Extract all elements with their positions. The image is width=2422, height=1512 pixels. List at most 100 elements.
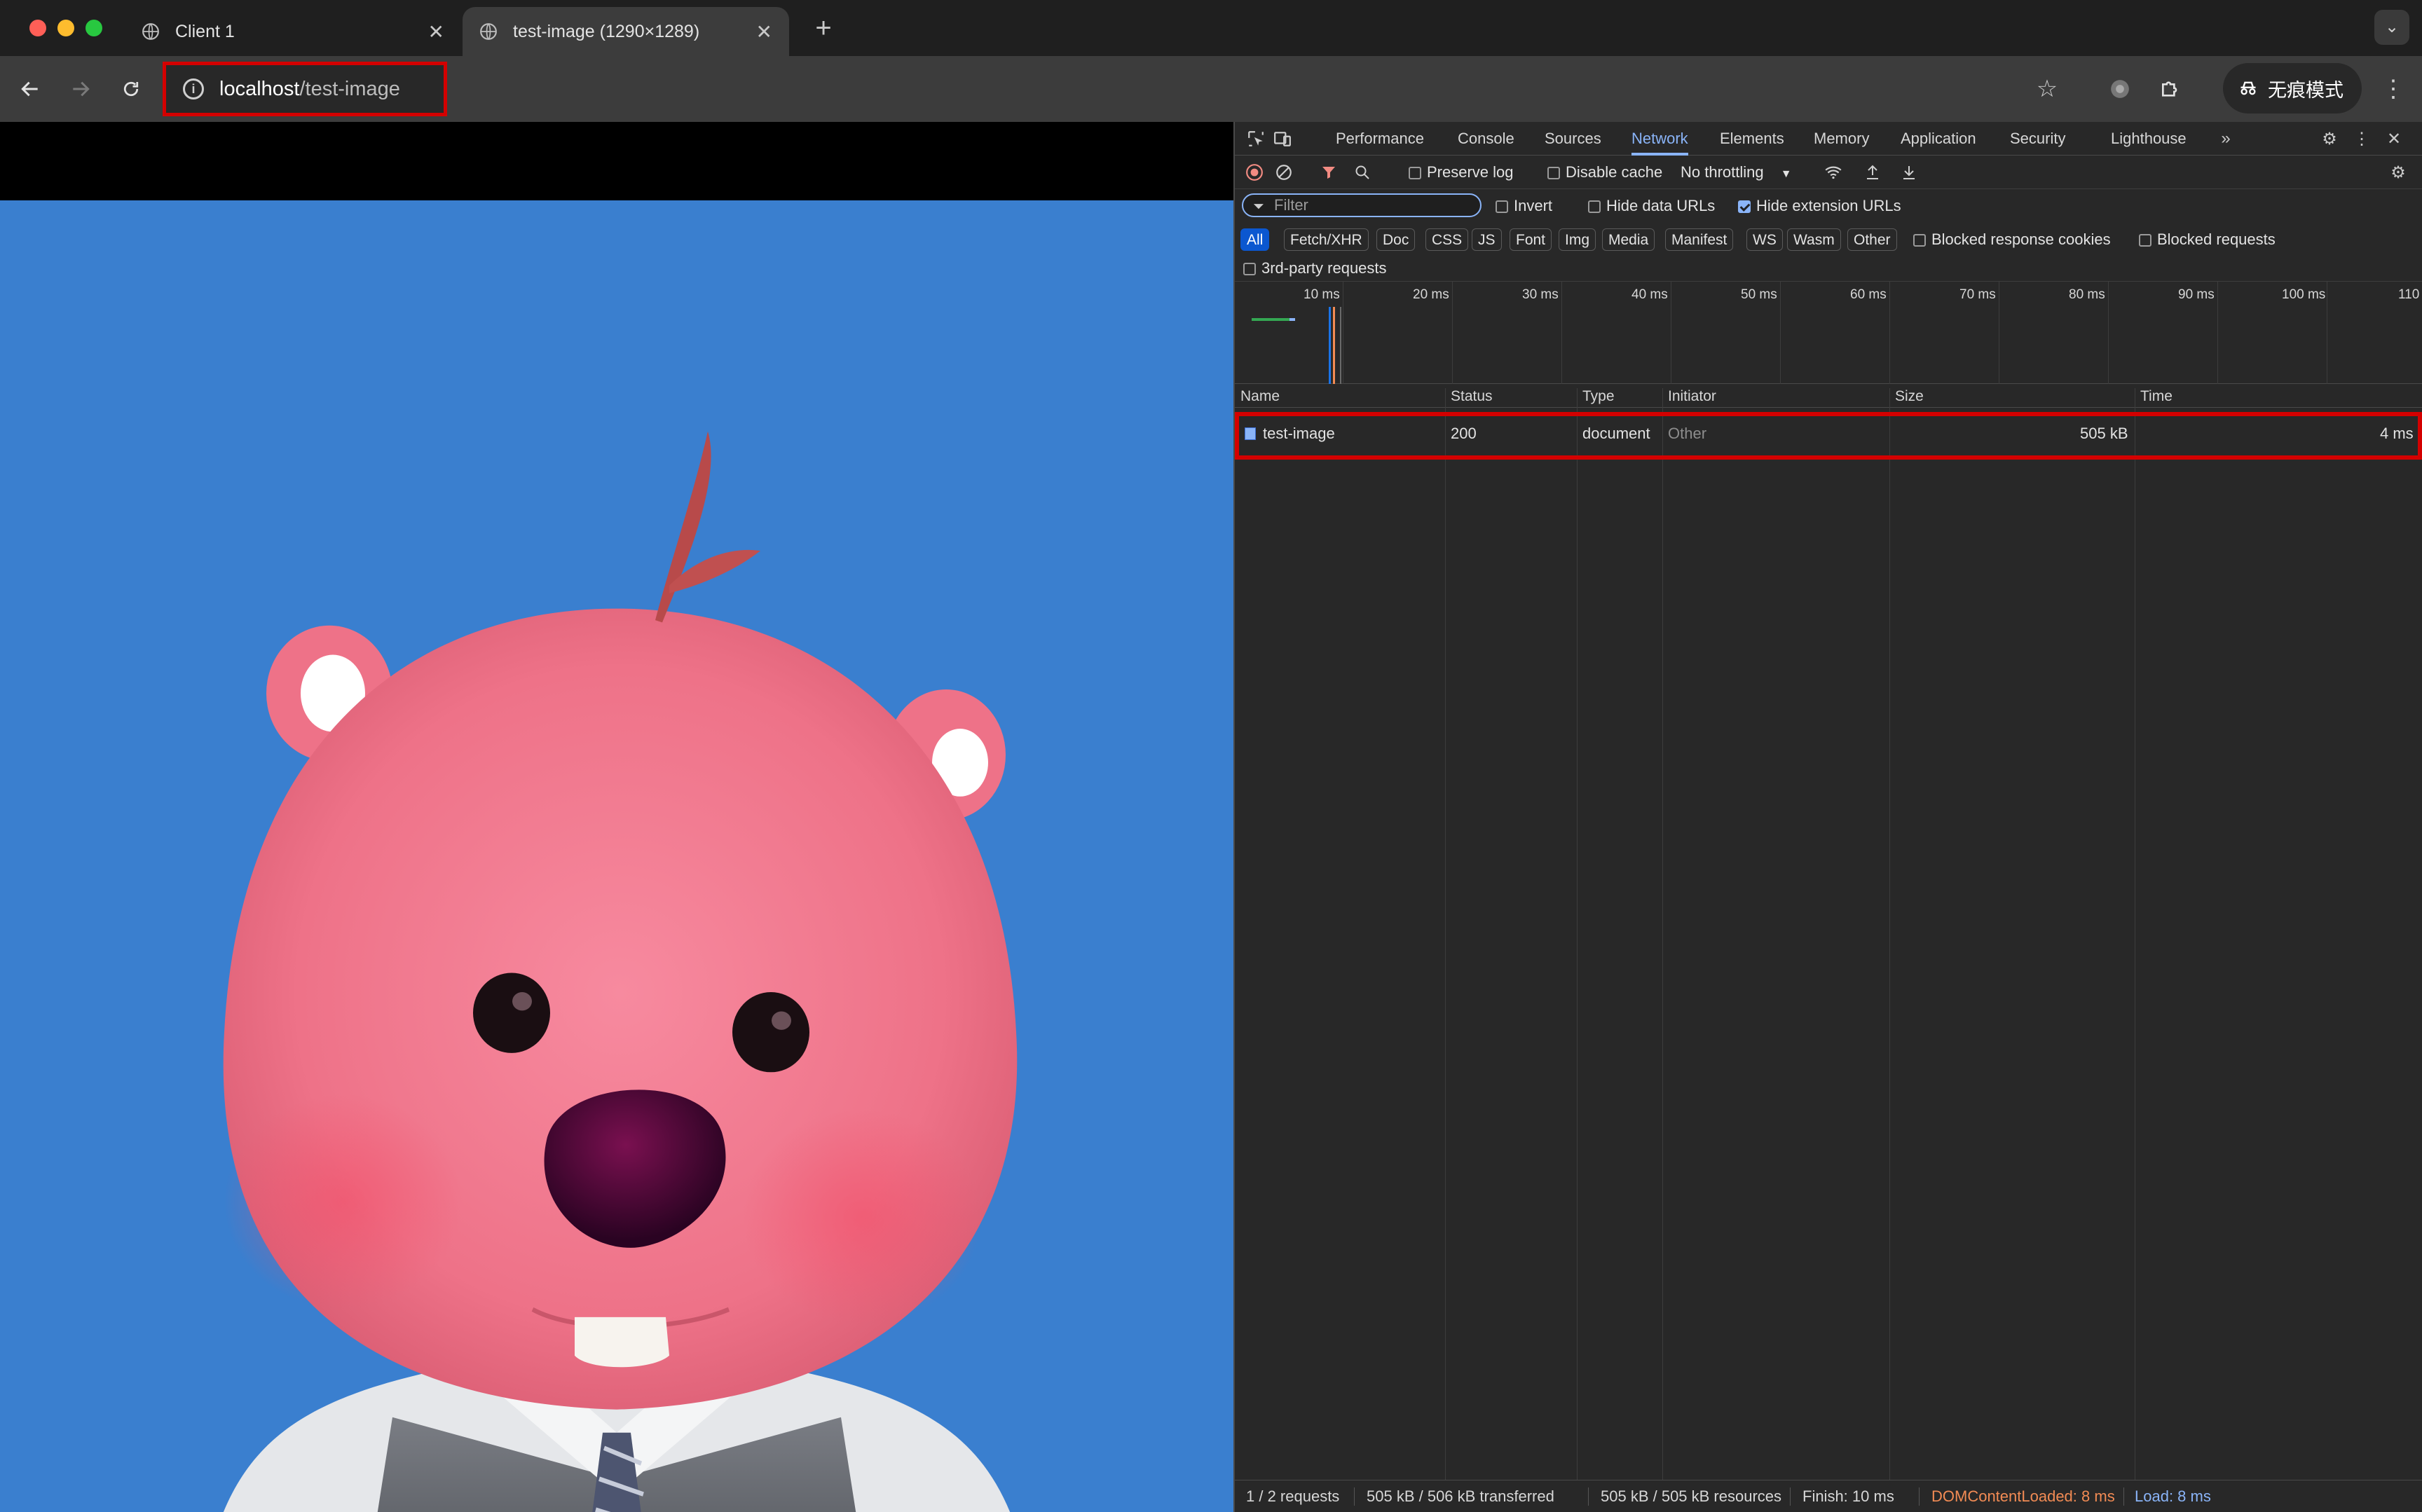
overview-tick: 60 ms [1850, 287, 1887, 302]
chip-wasm[interactable]: Wasm [1787, 228, 1841, 251]
disable-cache-checkbox[interactable]: Disable cache [1547, 156, 1662, 189]
filter-row: ⏷ Filter Invert Hide data URLs Hide exte… [1235, 189, 2422, 223]
chip-media[interactable]: Media [1602, 228, 1655, 251]
extension-avatar-icon[interactable] [2102, 71, 2137, 106]
summary-finish: Finish: 10 ms [1802, 1487, 1894, 1505]
chip-other[interactable]: Other [1847, 228, 1897, 251]
blocked-response-cookies-label: Blocked response cookies [1931, 231, 2111, 248]
browser-toolbar: i localhost/test-image ☆ 无痕模式 ⋮ [0, 56, 2422, 122]
devtools-tab-memory[interactable]: Memory [1814, 122, 1869, 156]
column-header-status[interactable]: Status [1451, 388, 1493, 405]
table-row[interactable]: test-image 200 document Other 505 kB 4 m… [1235, 412, 2422, 460]
tab-search-button[interactable]: ⌄ [2374, 10, 2409, 45]
incognito-badge[interactable]: 无痕模式 [2223, 63, 2362, 114]
more-tabs-chevron-icon[interactable]: » [2216, 129, 2236, 149]
new-tab-button[interactable]: + [806, 11, 841, 46]
browser-tab-test-image[interactable]: test-image (1290×1289) ✕ [463, 7, 789, 56]
chip-doc[interactable]: Doc [1376, 228, 1416, 251]
reload-button[interactable] [115, 73, 147, 105]
clear-log-icon[interactable] [1274, 163, 1294, 182]
devtools-tab-bar: Performance Console Sources Network Elem… [1235, 122, 2422, 156]
chip-css[interactable]: CSS [1425, 228, 1469, 251]
blocked-requests-checkbox[interactable]: Blocked requests [2139, 223, 2276, 256]
devtools-tab-performance[interactable]: Performance [1336, 122, 1424, 156]
devtools-tab-elements[interactable]: Elements [1720, 122, 1784, 156]
hide-extension-urls-label: Hide extension URLs [1756, 197, 1901, 214]
reload-icon [123, 81, 139, 97]
site-info-icon[interactable]: i [183, 78, 204, 99]
extensions-puzzle-icon[interactable] [2153, 71, 2188, 106]
close-devtools-icon[interactable]: ✕ [2384, 129, 2404, 149]
throttling-select[interactable]: No throttling ▼ [1681, 156, 1792, 191]
hide-data-urls-label: Hide data URLs [1606, 197, 1716, 214]
devtools-tab-lighthouse[interactable]: Lighthouse [2111, 122, 2187, 156]
chip-manifest[interactable]: Manifest [1665, 228, 1734, 251]
column-header-time[interactable]: Time [2140, 388, 2173, 405]
column-header-initiator[interactable]: Initiator [1668, 388, 1716, 405]
network-conditions-wifi-icon[interactable] [1824, 163, 1843, 182]
column-divider [1445, 388, 1446, 1480]
filter-icon: ⏷ [1253, 199, 1264, 214]
finish-marker [1340, 307, 1341, 384]
network-overview-timeline[interactable]: 10 ms 20 ms 30 ms 40 ms 50 ms 60 ms 70 m… [1235, 282, 2422, 384]
chip-ws[interactable]: WS [1746, 228, 1783, 251]
filter-input[interactable]: ⏷ Filter [1242, 193, 1482, 217]
bookmark-star-icon[interactable]: ☆ [2030, 71, 2065, 106]
devtools-tab-application[interactable]: Application [1901, 122, 1976, 156]
chip-all[interactable]: All [1240, 228, 1270, 251]
request-time: 4 ms [2380, 425, 2414, 442]
import-har-upload-icon[interactable] [1863, 163, 1882, 182]
request-status: 200 [1451, 425, 1477, 442]
disable-cache-label: Disable cache [1566, 163, 1663, 181]
settings-gear-icon[interactable]: ⚙ [2320, 129, 2339, 149]
close-tab-icon[interactable]: ✕ [428, 20, 444, 43]
document-file-icon [1245, 427, 1256, 440]
hide-extension-urls-checkbox[interactable]: Hide extension URLs [1738, 189, 1901, 223]
devtools-tab-console[interactable]: Console [1458, 122, 1514, 156]
throttling-value: No throttling [1681, 163, 1764, 181]
inspect-element-icon[interactable] [1246, 129, 1266, 149]
back-button[interactable] [14, 73, 46, 105]
browser-menu-icon[interactable]: ⋮ [2376, 71, 2411, 106]
close-window-button[interactable] [29, 20, 46, 36]
chip-fetch-xhr[interactable]: Fetch/XHR [1284, 228, 1369, 251]
column-header-size[interactable]: Size [1895, 388, 1924, 405]
device-toolbar-icon[interactable] [1273, 129, 1292, 149]
chip-font[interactable]: Font [1510, 228, 1552, 251]
request-name-cell[interactable]: test-image [1245, 425, 1335, 443]
column-divider [1577, 388, 1578, 1480]
invert-checkbox[interactable]: Invert [1496, 189, 1552, 223]
filter-funnel-icon[interactable] [1319, 163, 1339, 182]
column-header-type[interactable]: Type [1582, 388, 1615, 405]
chip-js[interactable]: JS [1472, 228, 1502, 251]
blocked-response-cookies-checkbox[interactable]: Blocked response cookies [1913, 223, 2111, 256]
search-icon[interactable] [1353, 163, 1372, 182]
overview-tick: 110 [2398, 287, 2420, 302]
maximize-window-button[interactable] [85, 20, 102, 36]
overview-tick: 40 ms [1631, 287, 1668, 302]
address-host: localhost [219, 77, 300, 100]
devtools-tab-security[interactable]: Security [2010, 122, 2065, 156]
request-initiator[interactable]: Other [1668, 425, 1706, 443]
address-bar[interactable]: i localhost/test-image [163, 62, 447, 116]
close-tab-icon[interactable]: ✕ [756, 20, 772, 43]
record-stop-icon[interactable] [1245, 163, 1264, 182]
forward-button[interactable] [64, 73, 97, 105]
minimize-window-button[interactable] [57, 20, 74, 36]
overview-tick: 20 ms [1413, 287, 1449, 302]
arrow-right-icon [73, 81, 90, 97]
devtools-tab-network[interactable]: Network [1631, 122, 1688, 156]
network-settings-gear-icon[interactable]: ⚙ [2388, 163, 2408, 182]
column-header-name[interactable]: Name [1240, 388, 1280, 405]
export-har-download-icon[interactable] [1899, 163, 1919, 182]
devtools-tab-sources[interactable]: Sources [1545, 122, 1601, 156]
request-size: 505 kB [2080, 425, 2128, 442]
devtools-menu-icon[interactable]: ⋮ [2352, 129, 2372, 149]
browser-tab-client-1[interactable]: Client 1 ✕ [125, 7, 461, 56]
arrow-left-icon [21, 81, 38, 97]
third-party-requests-checkbox[interactable]: 3rd-party requests [1243, 256, 1387, 280]
hide-data-urls-checkbox[interactable]: Hide data URLs [1588, 189, 1715, 223]
preserve-log-checkbox[interactable]: Preserve log [1409, 156, 1514, 189]
devtools-panel: Performance Console Sources Network Elem… [1233, 122, 2422, 1512]
chip-img[interactable]: Img [1559, 228, 1596, 251]
